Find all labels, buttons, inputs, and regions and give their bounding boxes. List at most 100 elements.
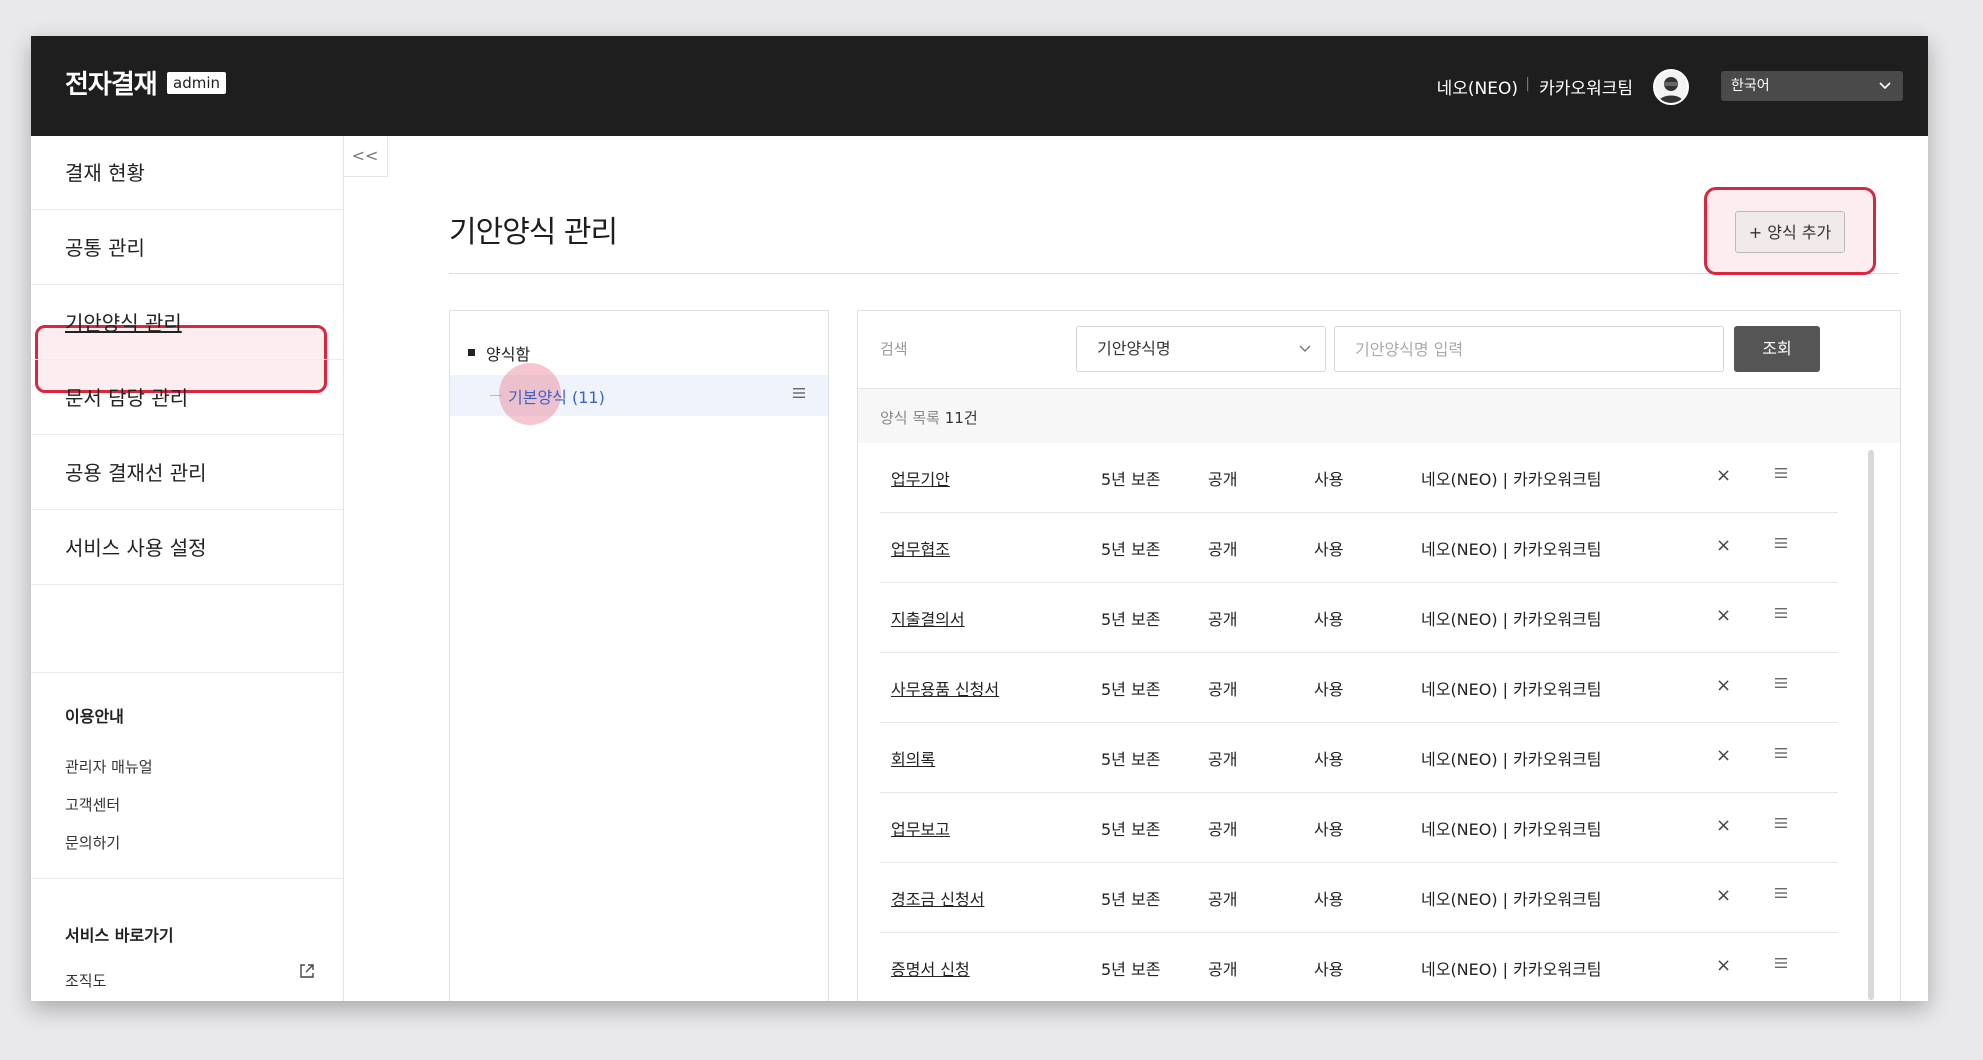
list-header: 양식 목록 11건 [858, 389, 1900, 443]
guide-link-inquiry[interactable]: 문의하기 [65, 832, 120, 853]
drag-handle-icon[interactable] [1774, 677, 1788, 689]
delete-icon[interactable]: × [1716, 815, 1731, 836]
table-row: 지출결의서 5년 보존 공개 사용 네오(NEO) | 카카오워크팀 × [880, 583, 1838, 653]
sidebar-item-approval-status[interactable]: 결재 현황 [31, 136, 343, 210]
form-owner: 네오(NEO) | 카카오워크팀 [1421, 680, 1602, 699]
search-label: 검색 [880, 340, 908, 358]
search-field-value: 기안양식명 [1097, 339, 1171, 358]
table-row: 업무기안 5년 보존 공개 사용 네오(NEO) | 카카오워크팀 × [880, 443, 1838, 513]
search-input[interactable] [1334, 326, 1724, 372]
form-visibility: 공개 [1208, 820, 1238, 839]
form-status: 사용 [1314, 540, 1344, 559]
guide-section-title: 이용안내 [65, 707, 124, 726]
table-row: 업무보고 5년 보존 공개 사용 네오(NEO) | 카카오워크팀 × [880, 793, 1838, 863]
guide-link-customer-center[interactable]: 고객센터 [65, 794, 120, 815]
form-list-panel: 검색 기안양식명 조회 양식 목록 11건 업무기안 5년 보존 공개 사용 [857, 310, 1901, 1001]
form-retention: 5년 보존 [1101, 890, 1161, 909]
form-visibility: 공개 [1208, 680, 1238, 699]
drag-handle-icon[interactable] [1774, 747, 1788, 759]
form-owner: 네오(NEO) | 카카오워크팀 [1421, 960, 1602, 979]
table-row: 업무협조 5년 보존 공개 사용 네오(NEO) | 카카오워크팀 × [880, 513, 1838, 583]
hamburger-menu-icon[interactable] [792, 387, 806, 399]
drag-handle-icon[interactable] [1774, 607, 1788, 619]
form-status: 사용 [1314, 890, 1344, 909]
app-logo[interactable]: 전자결재 [65, 64, 158, 101]
search-field-select[interactable]: 기안양식명 [1076, 326, 1326, 372]
form-name-link[interactable]: 업무기안 [891, 466, 950, 490]
form-name-link[interactable]: 업무보고 [891, 816, 950, 840]
avatar[interactable] [1653, 69, 1689, 105]
form-name-link[interactable]: 업무협조 [891, 536, 950, 560]
tree-item-label: 기본양식 (11) [508, 384, 605, 408]
sidebar-item-common-management[interactable]: 공통 관리 [31, 211, 343, 285]
external-link-icon[interactable] [299, 963, 314, 978]
tree-root-label[interactable]: 양식함 [486, 341, 530, 365]
form-status: 사용 [1314, 680, 1344, 699]
delete-icon[interactable]: × [1716, 885, 1731, 906]
delete-icon[interactable]: × [1716, 745, 1731, 766]
sidebar-item-label: 문서 담당 관리 [65, 386, 189, 410]
sidebar: 결재 현황 공통 관리 기안양식 관리 문서 담당 관리 공용 결재선 관리 서… [31, 136, 344, 1001]
form-status: 사용 [1314, 960, 1344, 979]
delete-icon[interactable]: × [1716, 535, 1731, 556]
form-visibility: 공개 [1208, 470, 1238, 489]
sidebar-item-label: 기안양식 관리 [65, 311, 182, 335]
drag-handle-icon[interactable] [1774, 537, 1788, 549]
list-scrollbar[interactable] [1868, 450, 1874, 1000]
form-retention: 5년 보존 [1101, 680, 1161, 699]
list-count: 양식 목록 11건 [880, 407, 978, 428]
form-visibility: 공개 [1208, 540, 1238, 559]
form-name-link[interactable]: 회의록 [891, 746, 935, 770]
delete-icon[interactable]: × [1716, 955, 1731, 976]
shortcut-link-org-chart[interactable]: 조직도 [65, 970, 106, 991]
form-name-link[interactable]: 경조금 신청서 [891, 886, 984, 910]
delete-icon[interactable]: × [1716, 675, 1731, 696]
delete-icon[interactable]: × [1716, 605, 1731, 626]
form-status: 사용 [1314, 470, 1344, 489]
chevron-down-icon [1879, 71, 1891, 112]
app-window: 전자결재 admin 네오(NEO) | 카카오워크팀 한국어 결재 현황 공통… [31, 36, 1928, 1001]
form-visibility: 공개 [1208, 750, 1238, 769]
drag-handle-icon[interactable] [1774, 467, 1788, 479]
form-retention: 5년 보존 [1101, 470, 1161, 489]
form-status: 사용 [1314, 610, 1344, 629]
add-form-button[interactable]: + 양식 추가 [1735, 211, 1845, 253]
tree-item-default-forms[interactable]: 기본양식 (11) [450, 363, 828, 425]
search-button[interactable]: 조회 [1734, 326, 1820, 372]
sidebar-item-form-management[interactable]: 기안양식 관리 [31, 286, 343, 360]
drag-handle-icon[interactable] [1774, 957, 1788, 969]
drag-handle-icon[interactable] [1774, 887, 1788, 899]
form-name-link[interactable]: 사무용품 신청서 [891, 676, 999, 700]
form-owner: 네오(NEO) | 카카오워크팀 [1421, 610, 1602, 629]
form-status: 사용 [1314, 750, 1344, 769]
user-name: 네오(NEO) [1436, 79, 1518, 99]
user-separator: | [1525, 76, 1530, 92]
form-retention: 5년 보존 [1101, 540, 1161, 559]
guide-link-admin-manual[interactable]: 관리자 매뉴얼 [65, 756, 153, 777]
form-name-link[interactable]: 지출결의서 [891, 606, 965, 630]
list-count-label: 양식 목록 [880, 409, 940, 427]
title-divider [449, 273, 1899, 274]
form-owner: 네오(NEO) | 카카오워크팀 [1421, 820, 1602, 839]
page-title: 기안양식 관리 [449, 215, 618, 250]
admin-badge: admin [167, 72, 226, 94]
sidebar-item-shared-approval-line[interactable]: 공용 결재선 관리 [31, 436, 343, 510]
delete-icon[interactable]: × [1716, 465, 1731, 486]
tree-root-bullet-icon [468, 349, 475, 356]
tree-item-name: 기본양식 [508, 388, 567, 407]
sidebar-item-label: 서비스 사용 설정 [65, 536, 207, 560]
sidebar-divider [31, 672, 343, 673]
sidebar-collapse-button[interactable]: << [343, 136, 388, 177]
sidebar-item-service-settings[interactable]: 서비스 사용 설정 [31, 511, 343, 585]
sidebar-item-label: 공통 관리 [65, 236, 145, 260]
form-visibility: 공개 [1208, 960, 1238, 979]
sidebar-divider [31, 878, 343, 879]
form-visibility: 공개 [1208, 610, 1238, 629]
form-retention: 5년 보존 [1101, 750, 1161, 769]
sidebar-item-label: 결재 현황 [65, 161, 145, 185]
sidebar-item-document-manager[interactable]: 문서 담당 관리 [31, 361, 343, 435]
form-name-link[interactable]: 증명서 신청 [891, 956, 970, 980]
language-select[interactable]: 한국어 [1721, 71, 1903, 101]
drag-handle-icon[interactable] [1774, 817, 1788, 829]
chevron-down-icon [1299, 327, 1311, 388]
